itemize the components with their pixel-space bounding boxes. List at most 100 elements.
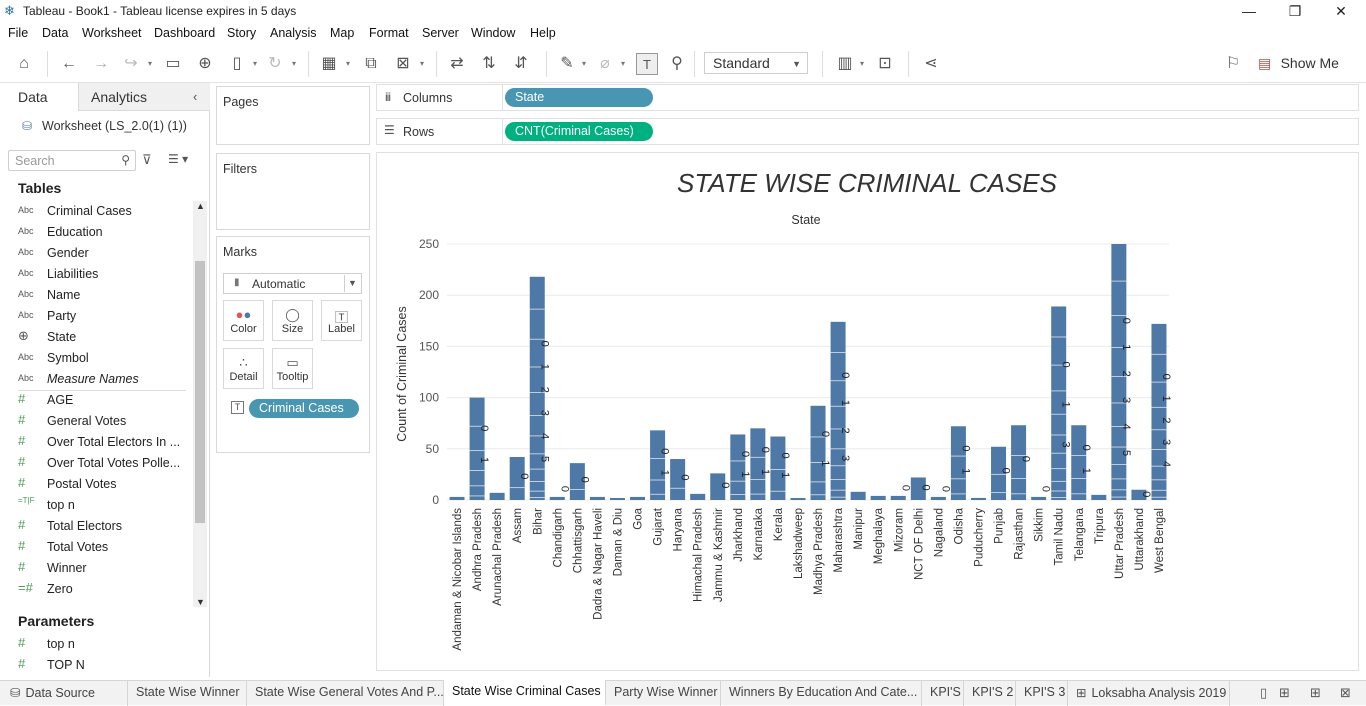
field-item[interactable]: =# Zero: [0, 579, 192, 600]
save-icon[interactable]: ▭: [162, 53, 184, 75]
bar[interactable]: [1011, 425, 1027, 500]
field-item[interactable]: Abc Measure Names: [0, 369, 192, 390]
field-item[interactable]: # AGE: [0, 390, 192, 411]
clear-sheet-icon[interactable]: ⊠: [392, 53, 414, 75]
field-item[interactable]: Abc Criminal Cases: [0, 201, 192, 222]
group-dropdown-icon[interactable]: ▾: [621, 59, 629, 68]
show-cards-dropdown-icon[interactable]: ▾: [860, 59, 868, 68]
field-item[interactable]: # Total Votes: [0, 537, 192, 558]
field-item[interactable]: Abc Liabilities: [0, 264, 192, 285]
collapse-pane-icon[interactable]: ‹: [193, 89, 197, 104]
scrollbar-thumb[interactable]: [195, 261, 205, 523]
tooltip-button[interactable]: ▭ Tooltip: [272, 348, 313, 389]
label-button[interactable]: 🅃 Label: [321, 300, 362, 341]
bar[interactable]: [770, 436, 786, 500]
redo-icon[interactable]: →: [90, 53, 112, 75]
sort-ascending-icon[interactable]: ⇅: [478, 53, 500, 75]
sheet-tab[interactable]: ⛁ Data Source: [0, 681, 128, 706]
field-item[interactable]: # Postal Votes: [0, 474, 192, 495]
field-item[interactable]: # Winner: [0, 558, 192, 579]
restore-button[interactable]: ❐: [1272, 2, 1318, 22]
scroll-up-icon[interactable]: ▲: [196, 201, 205, 211]
swap-rows-columns-icon[interactable]: ⇄: [446, 53, 468, 75]
close-button[interactable]: ✕: [1318, 2, 1364, 22]
bar[interactable]: [1091, 494, 1107, 500]
menu-help[interactable]: Help: [530, 26, 556, 40]
show-me-button[interactable]: ▤ Show Me: [1258, 55, 1339, 75]
new-worksheet-dropdown-icon[interactable]: ▾: [346, 59, 354, 68]
field-item[interactable]: # General Votes: [0, 411, 192, 432]
tab-analytics[interactable]: Analytics: [78, 83, 210, 111]
sheet-tab[interactable]: State Wise Criminal Cases: [444, 680, 606, 706]
present-sheet-icon[interactable]: ▯: [1260, 685, 1267, 701]
size-button[interactable]: ◯ Size: [272, 300, 313, 341]
bar[interactable]: [449, 496, 465, 500]
menu-data[interactable]: Data: [42, 26, 68, 40]
bar[interactable]: [870, 495, 886, 500]
bar[interactable]: [1031, 496, 1047, 500]
field-item[interactable]: # Total Electors: [0, 516, 192, 537]
bar[interactable]: [790, 498, 806, 500]
menu-analysis[interactable]: Analysis: [270, 26, 317, 40]
bar[interactable]: [589, 496, 605, 500]
bar[interactable]: [690, 493, 706, 500]
replay-icon[interactable]: ↪: [120, 53, 142, 75]
parameter-item[interactable]: # TOP N: [0, 655, 192, 676]
bar[interactable]: [810, 405, 826, 500]
mark-type-select[interactable]: ▮ Automatic ▼: [223, 273, 362, 294]
menu-story[interactable]: Story: [227, 26, 256, 40]
highlight-dropdown-icon[interactable]: ▾: [582, 59, 590, 68]
menu-window[interactable]: Window: [471, 26, 515, 40]
field-item[interactable]: Abc Gender: [0, 243, 192, 264]
rows-pill-cnt-criminal-cases[interactable]: CNT(Criminal Cases): [505, 122, 653, 141]
bar[interactable]: [930, 496, 946, 500]
state-criminal-cases-chart[interactable]: STATE WISE CRIMINAL CASESState0501001502…: [377, 153, 1358, 670]
undo-icon[interactable]: ←: [58, 53, 80, 75]
bar[interactable]: [650, 430, 666, 500]
clear-dropdown-icon[interactable]: ▾: [420, 59, 428, 68]
field-item[interactable]: Abc Symbol: [0, 348, 192, 369]
pages-card[interactable]: Pages: [216, 86, 370, 145]
home-icon[interactable]: ⌂: [13, 53, 35, 75]
menu-dashboard[interactable]: Dashboard: [154, 26, 215, 40]
detail-button[interactable]: ∴ Detail: [223, 348, 264, 389]
presentation-mode-icon[interactable]: ⊡: [874, 53, 896, 75]
bar[interactable]: [730, 434, 746, 500]
fit-select[interactable]: Standard ▼: [704, 52, 808, 74]
replay-dropdown-icon[interactable]: ▾: [148, 59, 156, 68]
highlight-icon[interactable]: ✎: [556, 53, 578, 75]
menu-format[interactable]: Format: [369, 26, 409, 40]
fix-axes-icon[interactable]: ⚲: [666, 53, 688, 75]
bar[interactable]: [890, 495, 906, 500]
sheet-tab[interactable]: ⊞ Loksabha Analysis 2019: [1068, 681, 1230, 706]
bar[interactable]: [970, 497, 986, 500]
tab-data[interactable]: Data: [0, 83, 78, 111]
field-item[interactable]: Abc Name: [0, 285, 192, 306]
menu-worksheet[interactable]: Worksheet: [82, 26, 142, 40]
duplicate-sheet-icon[interactable]: ⧉: [360, 53, 382, 75]
bar[interactable]: [609, 498, 625, 500]
marks-label-pill[interactable]: Criminal Cases: [249, 399, 359, 418]
show-cards-icon[interactable]: ▥: [834, 53, 856, 75]
bar[interactable]: [830, 321, 846, 500]
bar[interactable]: [850, 491, 866, 500]
bar[interactable]: [950, 426, 966, 500]
scroll-down-icon[interactable]: ▼: [196, 597, 205, 607]
bar[interactable]: [469, 397, 485, 500]
chart-view[interactable]: STATE WISE CRIMINAL CASES State 0 50 100 150 2…: [376, 152, 1359, 671]
show-mark-labels-icon[interactable]: T: [636, 53, 658, 75]
refresh-icon[interactable]: ↻: [264, 53, 286, 75]
field-item[interactable]: =T|F top n: [0, 495, 192, 516]
sheet-tab[interactable]: Party Wise Winner: [606, 681, 721, 706]
minimize-button[interactable]: —: [1226, 2, 1272, 22]
sort-descending-icon[interactable]: ⇵: [510, 53, 532, 75]
sheet-tab[interactable]: State Wise General Votes And P...: [247, 681, 444, 706]
share-icon[interactable]: ⋖: [920, 53, 942, 75]
field-item[interactable]: ⊕ State: [0, 327, 192, 348]
search-input[interactable]: Search ⚲: [8, 150, 136, 171]
columns-pill-state[interactable]: State: [505, 88, 653, 107]
field-item[interactable]: Abc Education: [0, 222, 192, 243]
refresh-dropdown-icon[interactable]: ▾: [292, 59, 300, 68]
pause-updates-icon[interactable]: ▯: [226, 53, 248, 75]
bar[interactable]: [630, 496, 646, 500]
